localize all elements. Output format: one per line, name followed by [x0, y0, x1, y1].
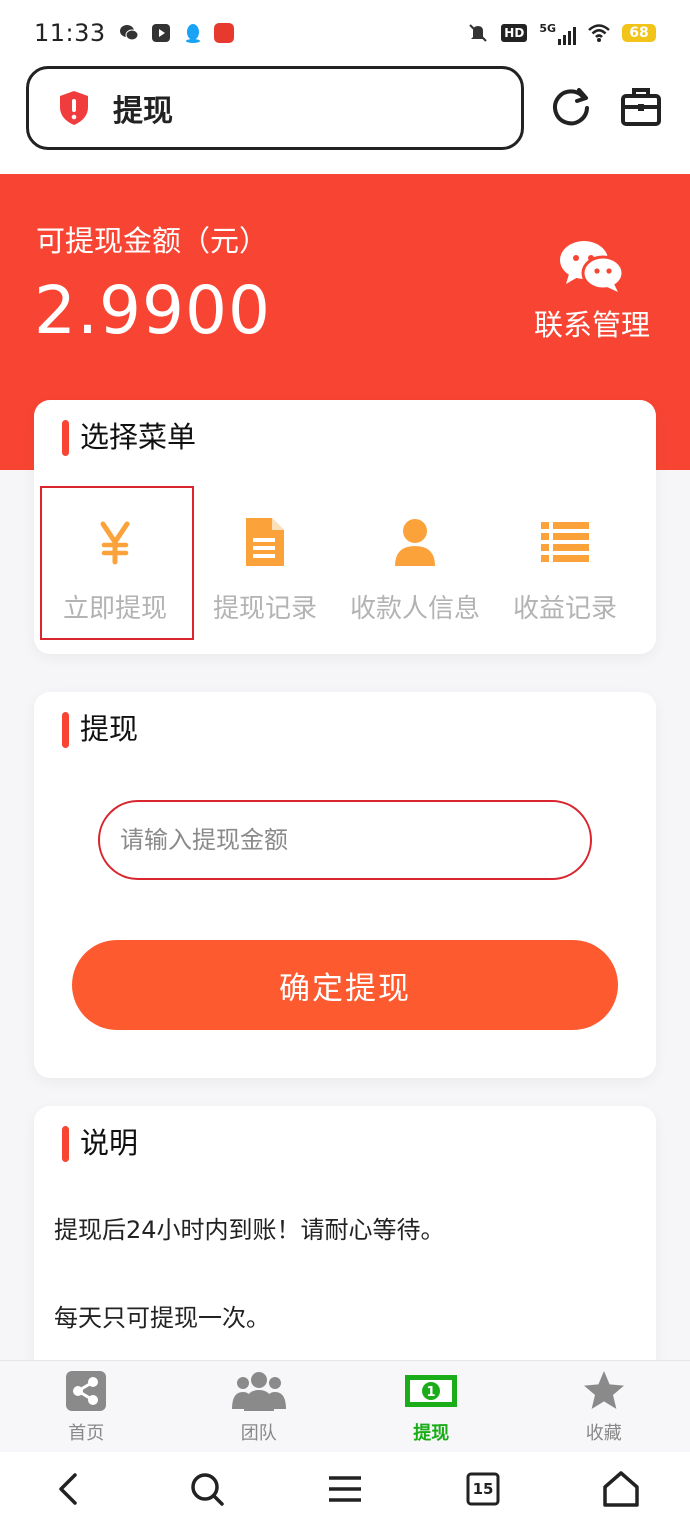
search-icon — [191, 1472, 224, 1506]
contact-admin-button[interactable]: 联系管理 — [530, 238, 654, 344]
tab-team[interactable]: 团队 — [173, 1361, 346, 1452]
share-icon — [66, 1371, 107, 1411]
withdraw-amount-input[interactable] — [120, 826, 570, 854]
status-app-icons — [118, 22, 234, 44]
tabs-count: 15 — [472, 1479, 494, 1498]
wifi-icon — [588, 24, 610, 42]
money-icon: 1 — [405, 1375, 458, 1407]
tabs-button[interactable]: 15 — [463, 1469, 503, 1509]
wechat-icon — [119, 25, 139, 41]
mute-icon — [469, 24, 488, 42]
document-icon — [246, 518, 284, 566]
status-time: 11:33 — [34, 19, 106, 47]
system-navigation-bar: 15 — [0, 1452, 690, 1525]
search-button[interactable] — [187, 1469, 227, 1509]
chevron-left-icon — [59, 1472, 77, 1505]
signal-5g-icon: 5G — [539, 22, 576, 45]
svg-text:1: 1 — [427, 1385, 436, 1400]
menu-label: 立即提现 — [62, 594, 167, 624]
yuan-icon — [100, 521, 130, 565]
status-bar: 11:33 HD 5G 68 — [0, 0, 690, 66]
person-icon — [395, 519, 435, 566]
menu-item-withdraw-now[interactable]: 立即提现 — [40, 486, 194, 640]
menu-label: 收款人信息 — [349, 594, 480, 624]
toolbox-icon[interactable] — [616, 82, 666, 132]
note-line: 每天只可提现一次。 — [54, 1304, 270, 1332]
shield-alert-icon — [60, 91, 88, 125]
hd-badge: HD — [501, 24, 528, 42]
group-icon — [231, 1372, 286, 1411]
shopping-app-icon — [213, 23, 234, 43]
list-icon — [541, 522, 589, 562]
star-icon — [583, 1371, 624, 1409]
hamburger-icon — [329, 1475, 361, 1502]
bottom-tab-bar: 首页 团队 1 提现 收藏 — [0, 1360, 690, 1452]
home-icon — [603, 1470, 639, 1507]
battery-indicator: 68 — [622, 24, 656, 42]
amount-input-wrapper — [98, 800, 592, 880]
tab-home[interactable]: 首页 — [0, 1361, 173, 1452]
menu-item-earnings-records[interactable]: 收益记录 — [490, 486, 640, 636]
menu-label: 提现记录 — [212, 594, 317, 624]
menu-item-payee-info[interactable]: 收款人信息 — [340, 486, 490, 636]
contact-admin-label: 联系管理 — [533, 308, 650, 342]
withdraw-card: 提现 确定提现 — [34, 692, 656, 1078]
tab-label: 收藏 — [585, 1423, 622, 1444]
note-line: 提现后24小时内到账！请耐心等待。 — [54, 1216, 445, 1244]
menu-card: 选择菜单 立即提现 提现记录 收款人信息 收益记录 — [34, 400, 656, 654]
tab-label: 首页 — [68, 1423, 105, 1444]
browser-bar: 提现 — [0, 66, 690, 174]
menu-label: 收益记录 — [512, 594, 617, 624]
tab-favorites[interactable]: 收藏 — [518, 1361, 690, 1452]
confirm-withdraw-button[interactable]: 确定提现 — [72, 940, 618, 1030]
balance-label: 可提现金额（元） — [36, 224, 269, 258]
wechat-chat-icon — [560, 241, 625, 292]
notes-card-title: 说明 — [62, 1124, 138, 1162]
status-indicators: HD 5G 68 — [467, 22, 656, 45]
menu-item-withdraw-records[interactable]: 提现记录 — [190, 486, 340, 636]
tab-label: 团队 — [240, 1423, 277, 1444]
address-bar[interactable]: 提现 — [26, 66, 524, 150]
menu-button[interactable] — [325, 1469, 365, 1509]
refresh-icon[interactable] — [546, 82, 596, 132]
video-app-icon — [151, 24, 170, 42]
qq-icon — [185, 24, 200, 43]
page-title: 提现 — [113, 94, 173, 129]
menu-grid: 立即提现 提现记录 收款人信息 收益记录 — [34, 486, 656, 640]
balance-amount: 2.9900 — [34, 272, 271, 349]
withdraw-card-title: 提现 — [62, 710, 138, 748]
tab-label: 提现 — [413, 1423, 450, 1444]
menu-card-title: 选择菜单 — [62, 418, 196, 456]
tab-withdraw[interactable]: 1 提现 — [345, 1361, 518, 1452]
back-button[interactable] — [49, 1469, 89, 1509]
home-button[interactable] — [601, 1469, 641, 1509]
